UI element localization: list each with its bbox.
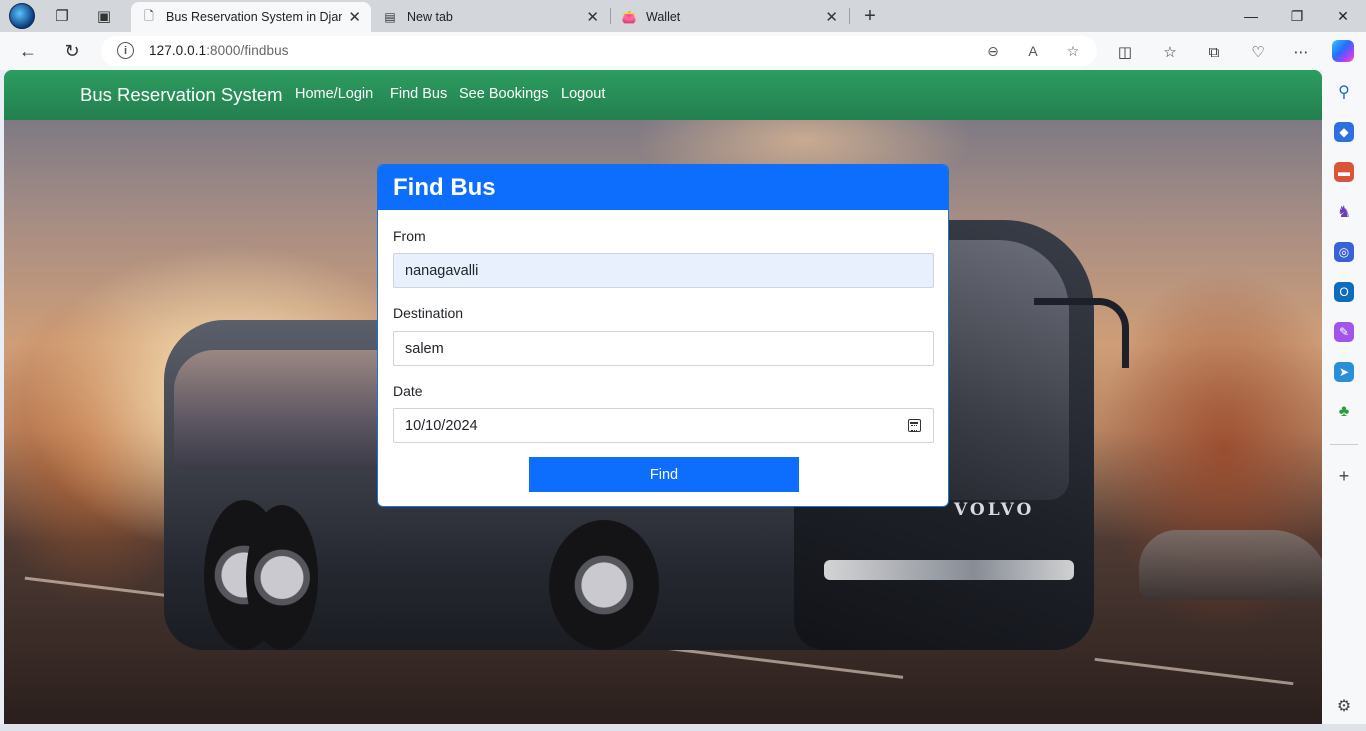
refresh-icon[interactable]: ↻ — [58, 38, 86, 64]
settings-gear-icon[interactable]: ⚙ — [1334, 696, 1354, 716]
favorite-star-icon[interactable]: ☆ — [1063, 41, 1083, 61]
zoom-out-icon[interactable]: ⊖ — [983, 41, 1003, 61]
wallet-icon: 👛 — [621, 10, 637, 24]
close-tab-icon[interactable]: ✕ — [825, 8, 838, 26]
split-screen-icon[interactable]: ◫ — [1114, 41, 1136, 63]
browser-toolbar: ← ↻ i 127.0.0.1:8000/findbus ⊖ A ☆ ◫ ☆ ⧉… — [0, 32, 1366, 70]
tab-title: Bus Reservation System in Django — [166, 10, 343, 24]
minimize-icon[interactable]: — — [1228, 0, 1274, 32]
url-text[interactable]: 127.0.0.1:8000/findbus — [149, 43, 289, 58]
card-title: Find Bus — [393, 174, 496, 201]
tree-icon[interactable]: ♣ — [1334, 402, 1354, 422]
shopping-tag-icon[interactable]: ◆ — [1334, 122, 1354, 142]
date-input[interactable]: 10/10/2024 — [393, 408, 934, 443]
from-label: From — [393, 228, 426, 244]
more-menu-icon[interactable]: ⋯ — [1290, 41, 1312, 63]
send-arrow-icon[interactable]: ➤ — [1334, 362, 1354, 382]
date-value: 10/10/2024 — [405, 417, 478, 434]
games-chess-icon[interactable]: ♞ — [1334, 202, 1354, 222]
nav-home-login[interactable]: Home/Login — [295, 86, 373, 102]
designer-icon[interactable]: ✎ — [1334, 322, 1354, 342]
bus-mirror — [1034, 298, 1129, 368]
collections-icon[interactable]: ⧉ — [1203, 41, 1225, 63]
bus-brand-text: VOLVO — [954, 500, 1035, 520]
nav-logout[interactable]: Logout — [561, 86, 605, 102]
close-tab-icon[interactable]: ✕ — [586, 8, 599, 26]
taskbar-edge — [0, 724, 1366, 731]
find-bus-card: Find Bus From nanagavalli Destination sa… — [377, 164, 949, 507]
new-tab-plus-icon[interactable]: + — [858, 4, 882, 28]
browser-essentials-icon[interactable]: ♡ — [1247, 41, 1269, 63]
url-host: 127.0.0.1 — [149, 43, 207, 58]
close-tab-icon[interactable]: ✕ — [348, 8, 361, 26]
destination-input[interactable]: salem — [393, 331, 934, 366]
favorites-icon[interactable]: ☆ — [1159, 41, 1181, 63]
url-path: :8000/findbus — [206, 43, 289, 58]
profile-avatar[interactable] — [9, 3, 35, 29]
search-icon[interactable]: ⚲ — [1334, 82, 1354, 102]
address-bar[interactable]: i 127.0.0.1:8000/findbus ⊖ A ☆ — [101, 36, 1097, 66]
find-button[interactable]: Find — [529, 457, 799, 492]
destination-label: Destination — [393, 305, 464, 321]
calendar-icon[interactable] — [908, 419, 921, 432]
tab-bus-reservation[interactable]: 🗋 Bus Reservation System in Django ✕ — [131, 2, 371, 32]
bus-headlight — [824, 560, 1074, 580]
bus-front-wheel — [549, 520, 659, 650]
nav-find-bus[interactable]: Find Bus — [390, 86, 447, 102]
tab-title: Wallet — [646, 10, 681, 24]
outlook-icon[interactable]: O — [1334, 282, 1354, 302]
card-header: Find Bus — [378, 165, 948, 210]
edge-sidebar: ⚲ ◆ ▬ ♞ ◎ O ✎ ➤ ♣ + ⚙ — [1322, 70, 1366, 731]
new-tab-page-icon: ▤ — [384, 10, 396, 24]
nav-see-bookings[interactable]: See Bookings — [459, 86, 548, 102]
copilot-icon[interactable] — [1332, 40, 1354, 62]
date-label: Date — [393, 383, 423, 399]
tab-new-tab[interactable]: ▤ New tab ✕ — [372, 2, 609, 32]
back-arrow-icon[interactable]: ← — [14, 38, 42, 64]
from-input[interactable]: nanagavalli — [393, 253, 934, 288]
site-info-icon[interactable]: i — [117, 42, 134, 59]
tab-separator — [849, 8, 850, 24]
tab-wallet[interactable]: 👛 Wallet ✕ — [611, 2, 848, 32]
tools-briefcase-icon[interactable]: ▬ — [1334, 162, 1354, 182]
add-plus-icon[interactable]: + — [1334, 466, 1354, 486]
tab-strip: ❐ ▣ 🗋 Bus Reservation System in Django ✕… — [0, 0, 1366, 32]
microsoft-365-icon[interactable]: ◎ — [1334, 242, 1354, 262]
read-aloud-icon[interactable]: A — [1023, 41, 1043, 61]
page-viewport: VOLVO Bus Reservation System Home/Login … — [4, 70, 1322, 724]
sidebar-divider — [1330, 444, 1358, 445]
car-silhouette — [1139, 530, 1322, 600]
tab-actions-icon[interactable]: ▣ — [92, 4, 116, 28]
workspaces-icon[interactable]: ❐ — [50, 4, 74, 28]
close-window-icon[interactable]: ✕ — [1320, 0, 1366, 32]
road-marking — [1094, 657, 1294, 686]
restore-icon[interactable]: ❐ — [1274, 0, 1320, 32]
bus-rear-wheel — [246, 505, 318, 650]
site-brand[interactable]: Bus Reservation System — [80, 84, 283, 106]
tab-title: New tab — [407, 10, 453, 24]
site-navbar: Bus Reservation System Home/Login Find B… — [4, 70, 1322, 120]
page-icon: 🗋 — [144, 8, 154, 23]
